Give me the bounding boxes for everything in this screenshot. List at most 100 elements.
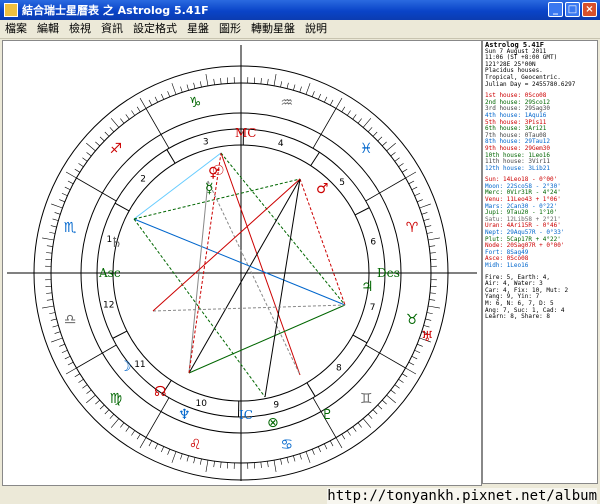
degree-tick xyxy=(171,83,177,95)
menu-help[interactable]: 說明 xyxy=(300,20,332,38)
planet-glyph: ☉ xyxy=(212,163,225,179)
house-number: 7 xyxy=(370,303,376,313)
degree-tick xyxy=(49,312,56,315)
menu-chart[interactable]: 星盤 xyxy=(182,20,214,38)
degree-tick xyxy=(311,449,315,455)
degree-tick xyxy=(67,180,74,185)
planet-glyph: ♂ xyxy=(316,181,329,197)
menu-edit[interactable]: 編輯 xyxy=(32,20,64,38)
house-number: 3 xyxy=(203,138,209,148)
menu-file[interactable]: 檔案 xyxy=(0,20,32,38)
degree-tick xyxy=(408,180,415,185)
close-button[interactable]: × xyxy=(582,2,597,17)
planet-glyph: ♃ xyxy=(361,279,374,295)
degree-tick xyxy=(86,142,96,152)
degree-tick xyxy=(429,252,436,254)
menu-graphics[interactable]: 圖形 xyxy=(214,20,246,38)
zodiac-sign-glyph: ♉ xyxy=(406,312,419,328)
house-number: 9 xyxy=(273,400,279,410)
house-number: 4 xyxy=(278,139,284,149)
degree-tick xyxy=(110,418,120,428)
degree-tick xyxy=(193,82,196,89)
degree-tick xyxy=(346,110,351,116)
degree-tick xyxy=(78,378,84,383)
degree-tick xyxy=(367,413,373,419)
degree-tick xyxy=(64,356,71,360)
degree-tick xyxy=(61,193,68,196)
zodiac-sign-glyph: ♏ xyxy=(64,220,77,236)
asc-label: Asc xyxy=(98,266,121,280)
zodiac-sign-glyph: ♎ xyxy=(64,312,77,328)
degree-tick xyxy=(423,325,430,328)
degree-tick xyxy=(280,81,283,88)
planet-glyph: ♄ xyxy=(110,235,123,251)
degree-tick xyxy=(362,418,372,428)
degree-tick xyxy=(305,83,311,95)
degree-tick xyxy=(324,443,328,450)
degree-tick xyxy=(95,399,101,405)
degree-tick xyxy=(341,106,346,113)
planet-glyph: ☽ xyxy=(119,359,132,375)
degree-tick xyxy=(390,389,396,394)
menu-settings[interactable]: 設定格式 xyxy=(128,20,182,38)
degree-tick xyxy=(64,186,71,190)
menu-view[interactable]: 檢視 xyxy=(64,20,96,38)
degree-tick xyxy=(205,74,209,86)
degree-tick xyxy=(429,245,436,247)
degree-tick xyxy=(426,231,433,234)
degree-tick xyxy=(205,460,209,472)
degree-tick xyxy=(401,373,408,378)
degree-tick xyxy=(293,84,296,91)
zodiac-sign-glyph: ♒ xyxy=(281,95,294,111)
planet-glyph: ☿ xyxy=(205,181,214,197)
degree-tick xyxy=(99,404,105,410)
degree-tick xyxy=(318,446,321,453)
watermark-url: http://tonyankh.pixnet.net/album xyxy=(327,488,597,504)
menu-rotate[interactable]: 轉動星盤 xyxy=(246,20,300,38)
degree-tick xyxy=(394,157,400,162)
degree-tick xyxy=(65,367,77,375)
degree-tick xyxy=(104,131,110,137)
degree-tick xyxy=(74,168,81,173)
chart-wheel-area[interactable]: ♏ ♐ ♑ ♒ ♓ ♈ ♉ ♊ ♋ ♌ ♍ ♎ 1 2 3 4 5 6 7 8 9 10 11 12 Asc Des MC IC ♀ ☉ ♂… xyxy=(2,40,482,486)
degree-tick xyxy=(390,152,396,157)
app-icon xyxy=(4,3,18,17)
degree-tick xyxy=(78,163,84,168)
zodiac-sign-glyph: ♓ xyxy=(360,141,373,157)
degree-tick xyxy=(305,451,311,463)
degree-tick xyxy=(428,237,440,241)
degree-tick xyxy=(401,168,408,173)
degree-tick xyxy=(52,325,59,328)
degree-tick xyxy=(429,292,436,294)
zodiac-sign-glyph: ♈ xyxy=(406,220,419,236)
degree-tick xyxy=(405,367,417,375)
degree-tick xyxy=(74,373,81,378)
degree-tick xyxy=(299,86,302,93)
aspect-line xyxy=(152,178,301,312)
menu-info[interactable]: 資訊 xyxy=(96,20,128,38)
degree-tick xyxy=(54,212,61,215)
degree-tick xyxy=(131,430,136,436)
degree-tick xyxy=(54,331,61,334)
degree-tick xyxy=(318,93,321,100)
degree-tick xyxy=(167,91,171,97)
maximize-button[interactable]: □ xyxy=(565,2,580,17)
info-panel: Astrolog 5.41F Sun 7 August 2011 11:06 (… xyxy=(482,40,598,484)
degree-tick xyxy=(398,163,404,168)
degree-tick xyxy=(335,97,343,109)
status-bar: http://tonyankh.pixnet.net/album xyxy=(0,486,600,504)
house-cusp-line xyxy=(310,151,320,166)
house-cusp-line xyxy=(306,382,316,397)
degree-tick xyxy=(386,142,396,152)
degree-tick xyxy=(346,430,351,436)
house-cusp-line xyxy=(166,149,176,164)
degree-tick xyxy=(381,141,387,147)
degree-tick xyxy=(425,318,432,321)
degree-tick xyxy=(65,171,77,179)
degree-tick xyxy=(59,343,65,347)
degree-tick xyxy=(171,451,177,463)
degree-tick xyxy=(42,305,54,309)
degree-tick xyxy=(286,82,289,89)
minimize-button[interactable]: _ xyxy=(548,2,563,17)
degree-tick xyxy=(86,152,92,157)
